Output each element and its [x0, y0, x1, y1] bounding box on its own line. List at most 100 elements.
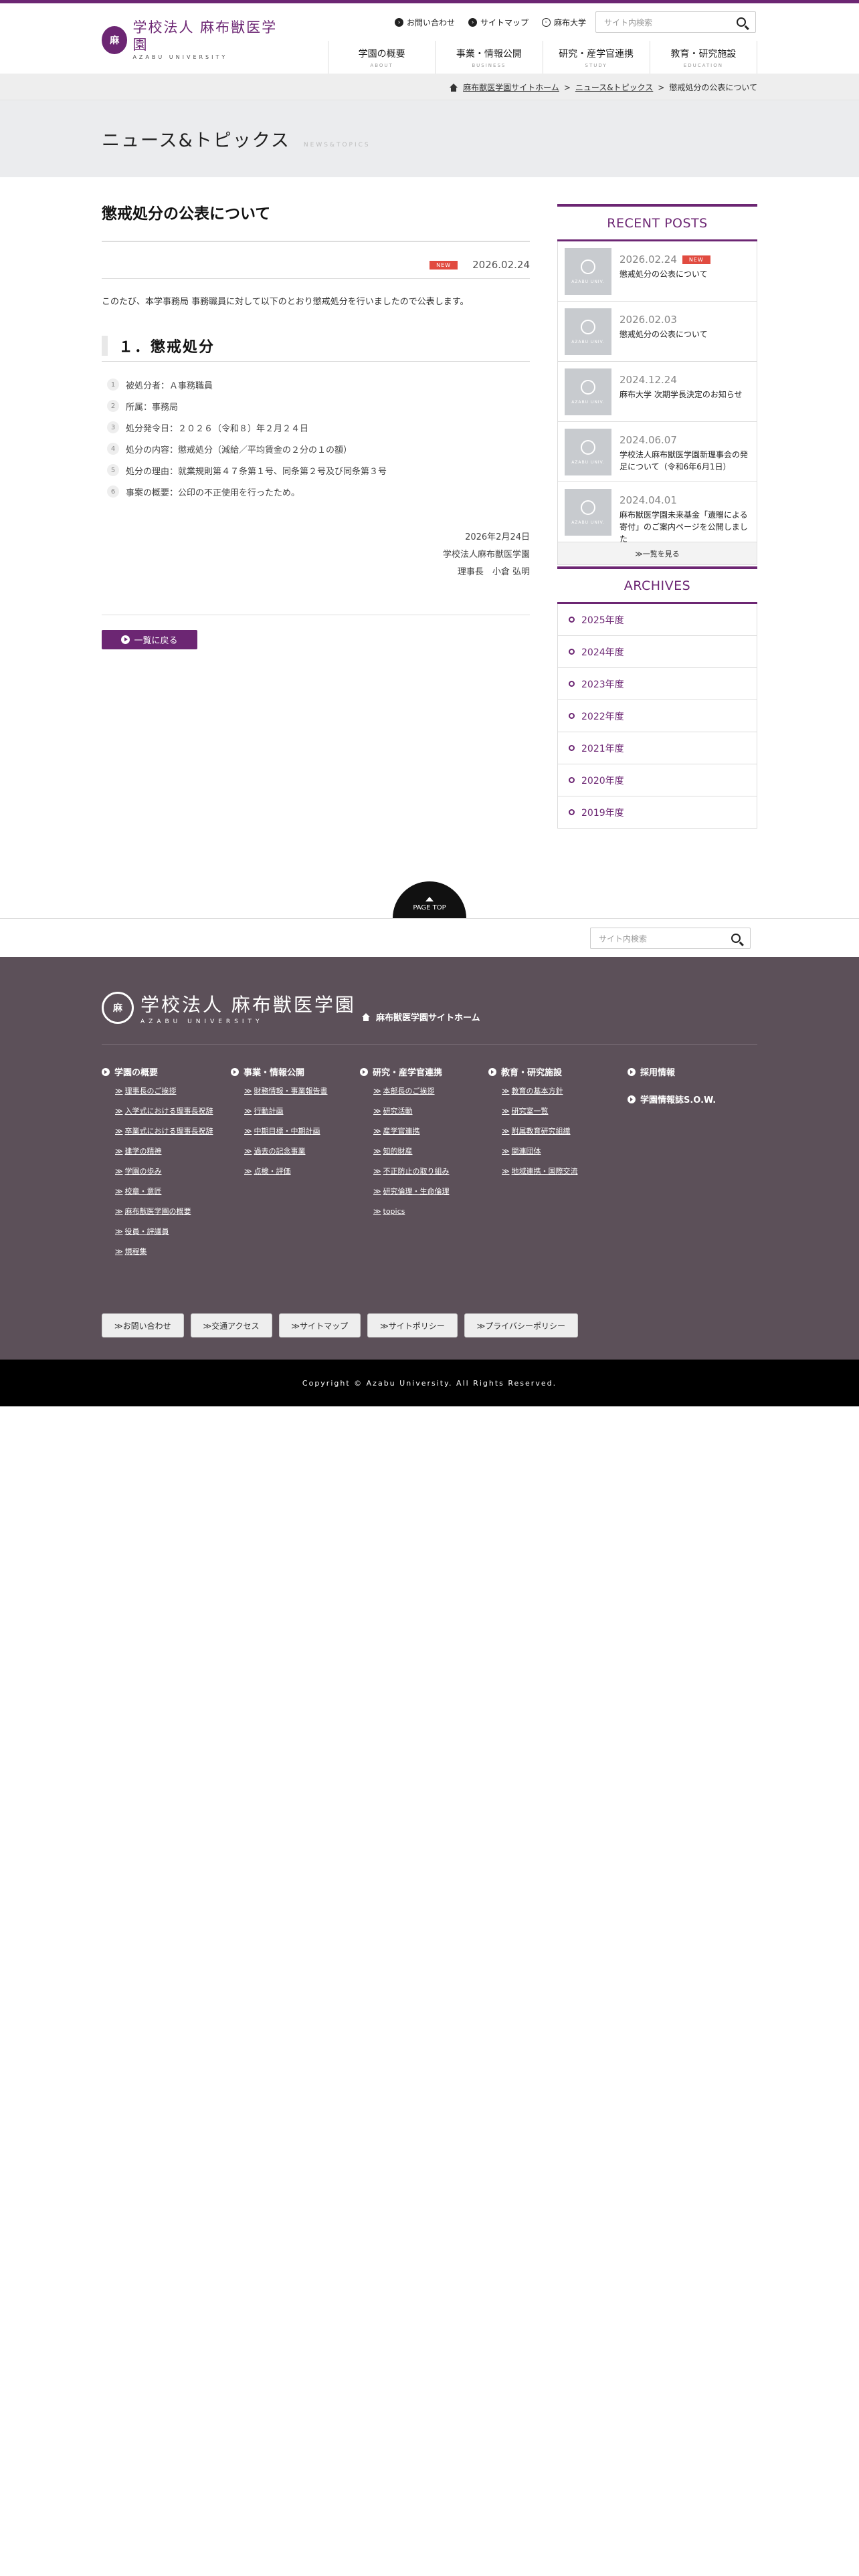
footer-link[interactable]: ≫ 財務情報・事業報告書 — [244, 1086, 328, 1096]
recent-post-item[interactable]: AZABU UNIV. 2024.12.24 麻布大学 次期学長決定のお知らせ — [557, 362, 757, 422]
recent-post-item[interactable]: AZABU UNIV. 2024.06.07 学校法人麻布獣医学園新理事会の発足… — [557, 422, 757, 482]
logo-seal-icon: 麻 — [102, 992, 134, 1024]
search-icon[interactable] — [731, 934, 741, 943]
footer-link[interactable]: ≫ 理事長のご挨拶 — [115, 1086, 215, 1096]
nav-item-education[interactable]: 教育・研究施設 EDUCATION — [649, 41, 757, 74]
arrow-circle-icon — [360, 1067, 368, 1076]
util-link-contact[interactable]: › お問い合わせ — [395, 17, 455, 28]
article-meta: NEW 2026.02.24 — [102, 257, 530, 273]
footer-link[interactable]: ≫ 行動計画 — [244, 1106, 328, 1116]
footer-link[interactable]: ≫ 校章・意匠 — [115, 1186, 215, 1196]
post-thumbnail: AZABU UNIV. — [565, 308, 611, 355]
util-link-sitemap[interactable]: › サイトマップ — [468, 17, 529, 28]
new-badge: NEW — [430, 260, 458, 270]
footer-link[interactable]: ≫ 卒業式における理事長祝辞 — [115, 1126, 215, 1136]
post-title: 麻布大学 次期学長決定のお知らせ — [619, 390, 743, 399]
archive-item[interactable]: 2023年度 — [557, 668, 757, 700]
footer-link[interactable]: ≫ 関連団体 — [502, 1146, 578, 1156]
more-posts-link[interactable]: ≫一覧を見る — [557, 542, 757, 565]
archive-item[interactable]: 2020年度 — [557, 764, 757, 796]
footer-button-contact[interactable]: ≫お問い合わせ — [102, 1313, 184, 1337]
footer-logo[interactable]: 麻 学校法人 麻布獣医学園 AZABU UNIVERSITY — [102, 990, 356, 1025]
footer-search-bar: サイト内検索 — [0, 918, 859, 957]
recent-post-item[interactable]: AZABU UNIV. 2026.02.03 懲戒処分の公表について — [557, 302, 757, 362]
nav-item-study[interactable]: 研究・産学官連携 STUDY — [542, 41, 650, 74]
post-title: 麻布獣医学園未来基金「遺贈による寄付」のご案内ページを公開しました — [619, 510, 748, 544]
nav-item-about[interactable]: 学園の概要 ABOUT — [328, 41, 435, 74]
logo-text-en: AZABU UNIVERSITY — [132, 54, 228, 60]
footer-search-input[interactable]: サイト内検索 — [591, 933, 731, 944]
footer-link[interactable]: ≫ 研究活動 — [373, 1106, 450, 1116]
archive-item[interactable]: 2024年度 — [557, 636, 757, 668]
footer-column-about: 学園の概要 ≫ 理事長のご挨拶 ≫ 入学式における理事長祝辞 ≫ 卒業式における理事長… — [102, 1065, 215, 1267]
footer-button-access[interactable]: ≫交通アクセス — [190, 1313, 272, 1337]
list-item: 4 処分の内容：懲戒処分（減給／平均賃金の２分の１の額） — [102, 438, 530, 459]
archives: ARCHIVES 2025年度 2024年度 2023年度 2022年度 202… — [557, 566, 757, 829]
archive-item[interactable]: 2021年度 — [557, 732, 757, 764]
post-thumbnail: AZABU UNIV. — [565, 368, 611, 415]
list-item: 6 事案の概要：公印の不正使用を行ったため。 — [102, 481, 530, 502]
breadcrumb-news[interactable]: ニュース&トピックス — [575, 82, 653, 93]
footer-link[interactable]: ≫ 本部長のご挨拶 — [373, 1086, 450, 1096]
global-nav: 学園の概要 ABOUT 事業・情報公開 BUSINESS 研究・産学官連携 ST… — [328, 41, 757, 77]
search-icon[interactable] — [737, 17, 746, 27]
home-icon — [361, 1012, 371, 1021]
post-title: 学校法人麻布獣医学園新理事会の発足について（令和6年6月1日） — [619, 450, 749, 471]
breadcrumb-home[interactable]: 麻布獣医学園サイトホーム — [463, 82, 559, 93]
breadcrumb-current: 懲戒処分の公表について — [669, 83, 757, 92]
bullet-icon — [569, 713, 575, 719]
footer-button-site-policy[interactable]: ≫サイトポリシー — [367, 1313, 458, 1337]
footer-column-study: 研究・産学官連携 ≫ 本部長のご挨拶 ≫ 研究活動 ≫ 産学官連携 ≫ 知的財産 ≫ 不正… — [360, 1065, 450, 1226]
footer-link[interactable]: ≫ 知的財産 — [373, 1146, 450, 1156]
footer-link[interactable]: ≫ topics — [373, 1206, 450, 1216]
article-date: 2026.02.24 — [472, 259, 530, 271]
post-date: 2024.06.07 — [619, 434, 677, 446]
footer-link[interactable]: ≫ 麻布獣医学園の概要 — [115, 1206, 215, 1216]
sidebar: RECENT POSTS AZABU UNIV. 2026.02.24 NEW … — [557, 204, 757, 829]
util-link-university[interactable]: ◦ 麻布大学 — [542, 17, 586, 28]
footer-link[interactable]: ≫ 役員・評議員 — [115, 1226, 215, 1237]
footer-link-magazine[interactable]: 学園情報誌S.O.W. — [628, 1093, 716, 1105]
footer-link[interactable]: ≫ 地域連携・国際交流 — [502, 1166, 578, 1176]
header-search-box: サイト内検索 — [595, 11, 756, 33]
footer-link[interactable]: ≫ 研究室一覧 — [502, 1106, 578, 1116]
post-title: 懲戒処分の公表について — [619, 330, 708, 339]
footer-link[interactable]: ≫ 不正防止の取り組み — [373, 1166, 450, 1176]
footer-link[interactable]: ≫ 学園の歩み — [115, 1166, 215, 1176]
footer-link[interactable]: ≫ 規程集 — [115, 1247, 215, 1257]
post-date: 2026.02.03 — [619, 314, 677, 326]
footer-link[interactable]: ≫ 教育の基本方針 — [502, 1086, 578, 1096]
article-list: 1 被処分者：Ａ事務職員 2 所属：事務局 3 処分発令日：２０２６（令和８）年２月２… — [102, 374, 530, 502]
footer-link[interactable]: ≫ 附属教育研究組織 — [502, 1126, 578, 1136]
footer-link[interactable]: ≫ 中期目標・中期計画 — [244, 1126, 328, 1136]
list-item: 5 処分の理由：就業規則第４７条第１号、同条第２号及び同条第３号 — [102, 459, 530, 481]
list-item: 1 被処分者：Ａ事務職員 — [102, 374, 530, 395]
footer-link[interactable]: ≫ 研究倫理・生命倫理 — [373, 1186, 450, 1196]
footer-home-link[interactable]: 麻布獣医学園サイトホーム — [361, 1010, 480, 1023]
footer-link-recruit[interactable]: 採用情報 — [628, 1065, 716, 1078]
footer-link[interactable]: ≫ 建学の精神 — [115, 1146, 215, 1156]
footer-buttons: ≫お問い合わせ ≫交通アクセス ≫サイトマップ ≫サイトポリシー ≫プライバシー… — [102, 1313, 579, 1337]
footer-link[interactable]: ≫ 産学官連携 — [373, 1126, 450, 1136]
logo-text-jp: 学校法人 麻布獣医学園 — [132, 19, 278, 53]
post-date: 2024.04.01 — [619, 494, 677, 506]
footer-button-sitemap[interactable]: ≫サイトマップ — [278, 1313, 361, 1337]
archive-item[interactable]: 2019年度 — [557, 796, 757, 829]
footer-button-privacy-policy[interactable]: ≫プライバシーポリシー — [464, 1313, 579, 1337]
archive-item[interactable]: 2022年度 — [557, 700, 757, 732]
archive-item[interactable]: 2025年度 — [557, 604, 757, 636]
page-top-button[interactable]: PAGE TOP — [393, 881, 466, 918]
new-badge: NEW — [682, 255, 710, 264]
recent-post-item[interactable]: AZABU UNIV. 2026.02.24 NEW 懲戒処分の公表について — [557, 241, 757, 302]
back-to-list-button[interactable]: 一覧に戻る — [102, 630, 197, 649]
footer-link[interactable]: ≫ 過去の記念事業 — [244, 1146, 328, 1156]
recent-post-item[interactable]: AZABU UNIV. 2024.04.01 麻布獣医学園未来基金「遺贈による寄… — [557, 482, 757, 544]
nav-item-business[interactable]: 事業・情報公開 BUSINESS — [435, 41, 542, 74]
footer-link[interactable]: ≫ 入学式における理事長祝辞 — [115, 1106, 215, 1116]
breadcrumb: 麻布獣医学園サイトホーム > ニュース&トピックス > 懲戒処分の公表について — [449, 82, 757, 93]
article: 懲戒処分の公表について NEW 2026.02.24 このたび、本学事務局 事務… — [102, 201, 530, 649]
arrow-circle-icon — [628, 1095, 636, 1103]
site-logo[interactable]: 麻 学校法人 麻布獣医学園 AZABU UNIVERSITY — [102, 19, 279, 60]
search-input[interactable]: サイト内検索 — [596, 17, 737, 28]
footer-link[interactable]: ≫ 点検・評価 — [244, 1166, 328, 1176]
